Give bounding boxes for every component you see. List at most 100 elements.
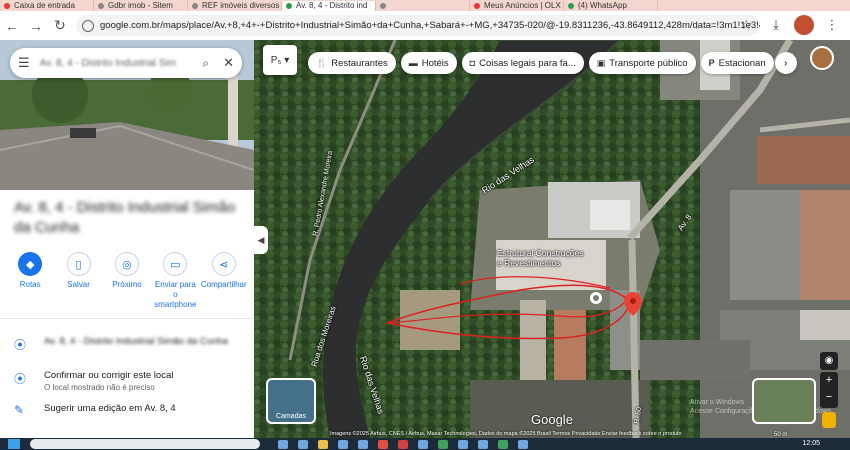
pegman-icon[interactable] bbox=[822, 412, 836, 428]
profile-avatar[interactable] bbox=[794, 15, 814, 35]
app-icon[interactable] bbox=[398, 439, 408, 449]
action-send-to-phone[interactable]: ▭ Enviar para o smartphone bbox=[152, 252, 198, 310]
browser-tab[interactable]: Av. 8, 4 - Distrito ind bbox=[282, 1, 376, 11]
browser-tab[interactable]: Gdbr imob - Sitem bbox=[94, 1, 188, 11]
my-location-icon[interactable]: ◉ bbox=[820, 352, 838, 370]
action-label: Enviar para o smartphone bbox=[154, 280, 197, 309]
search-input[interactable]: Av. 8, 4 - Distrito Industrial Sim bbox=[40, 58, 203, 69]
camera-icon: ◘ bbox=[469, 58, 476, 68]
place-label-estrutural[interactable]: Estrutural Construções e Revestimentos bbox=[497, 248, 589, 268]
action-directions[interactable]: ◆ Rotas bbox=[7, 252, 53, 310]
zoom-in-icon[interactable]: + bbox=[820, 372, 838, 389]
back-arrow-icon[interactable]: ← bbox=[0, 14, 24, 38]
reload-icon[interactable]: ↻ bbox=[48, 14, 72, 38]
fork-knife-icon: 🍴 bbox=[316, 57, 328, 68]
windows-start-icon[interactable] bbox=[8, 439, 20, 449]
chip-transit[interactable]: ▣ Transporte público bbox=[588, 52, 696, 74]
forward-arrow-icon[interactable]: → bbox=[24, 14, 48, 38]
zoom-out-icon[interactable]: − bbox=[820, 389, 838, 406]
action-share[interactable]: ⋖ Compartilhar bbox=[201, 252, 247, 310]
chip-hotels[interactable]: ▬ Hotéis bbox=[400, 52, 457, 74]
collapse-panel-button[interactable]: ◀ bbox=[254, 226, 268, 254]
browser-tab[interactable]: Caixa de entrada bbox=[0, 1, 94, 11]
chrome-icon[interactable] bbox=[378, 439, 388, 449]
divider bbox=[0, 318, 254, 319]
zoom-control[interactable]: + − bbox=[820, 372, 838, 408]
address-text: Av. 8, 4 - Distrito Industrial Simão da … bbox=[44, 336, 228, 347]
bed-icon: ▬ bbox=[408, 58, 418, 68]
menu-kebab-icon[interactable]: ⋮ bbox=[822, 15, 842, 35]
user-avatar[interactable] bbox=[810, 46, 834, 70]
location-pin-icon: ⦿ bbox=[14, 372, 27, 386]
app-icon[interactable] bbox=[478, 439, 488, 449]
confirm-location-row[interactable]: ⦿ Confirmar ou corrigir este local O loc… bbox=[14, 370, 244, 393]
app-icon[interactable] bbox=[458, 439, 468, 449]
toolbar-actions: ⤓ ⋮ bbox=[766, 15, 850, 35]
action-label: Rotas bbox=[19, 280, 41, 289]
app-icon[interactable] bbox=[498, 439, 508, 449]
confirm-title: Confirmar ou corrigir este local bbox=[44, 370, 174, 381]
bookmark-star-icon[interactable]: ☆ bbox=[740, 17, 752, 33]
map-mode-button[interactable]: P₅ ▾ bbox=[263, 45, 297, 75]
address-row[interactable]: ⦿ Av. 8, 4 - Distrito Industrial Simão d… bbox=[14, 336, 244, 353]
category-chips: 🍴 Restaurantes ▬ Hotéis ◘ Coisas legais par… bbox=[308, 52, 797, 74]
chip-label: Restaurantes bbox=[331, 57, 388, 69]
map-attribution: Imagens ©2025 Airbus, CNES / Airbus, Max… bbox=[330, 431, 682, 437]
browser-tab[interactable] bbox=[376, 1, 470, 11]
site-info-icon[interactable] bbox=[82, 19, 94, 32]
app-icon[interactable] bbox=[438, 439, 448, 449]
browser-toolbar: ← → ↻ google.com.br/maps/place/Av.+8,+4+… bbox=[0, 11, 850, 40]
layers-label: Camadas bbox=[276, 413, 306, 420]
close-icon[interactable]: ✕ bbox=[223, 55, 234, 71]
share-icon: ⋖ bbox=[211, 252, 236, 276]
apps-grid-icon[interactable]: ⠿ bbox=[786, 52, 800, 66]
action-save[interactable]: ▯ Salvar bbox=[56, 252, 102, 310]
action-nearby[interactable]: ◎ Próximo bbox=[104, 252, 150, 310]
store-icon[interactable] bbox=[338, 439, 348, 449]
chip-label: Transporte público bbox=[609, 57, 688, 69]
street-view-photo[interactable]: ☰ Av. 8, 4 - Distrito Industrial Sim ⌕ ✕ bbox=[0, 40, 254, 190]
pencil-icon: ✎ bbox=[14, 403, 25, 417]
search-icon[interactable]: ⌕ bbox=[202, 56, 209, 71]
chip-label: Estacionan bbox=[718, 57, 766, 69]
explorer-icon[interactable] bbox=[318, 439, 328, 449]
mail-icon[interactable] bbox=[358, 439, 368, 449]
place-title: Av. 8, 4 - Distrito Industrial Simão da … bbox=[14, 199, 236, 236]
action-label: Compartilhar bbox=[200, 280, 247, 289]
nearby-icon: ◎ bbox=[114, 252, 139, 276]
action-label: Próximo bbox=[112, 280, 142, 289]
tab-strip: Caixa de entrada Gdbr imob - Sitem REF imó… bbox=[0, 0, 850, 11]
street-view-thumbnail[interactable] bbox=[752, 378, 816, 424]
action-label: Salvar bbox=[67, 280, 90, 289]
layers-button[interactable]: Camadas bbox=[266, 378, 316, 424]
chip-things-to-do[interactable]: ◘ Coisas legais para fa... bbox=[461, 52, 584, 74]
train-icon: ▣ bbox=[596, 57, 606, 68]
chip-label: Hotéis bbox=[421, 57, 449, 69]
app-icon[interactable] bbox=[518, 439, 528, 449]
parking-icon: P bbox=[708, 58, 715, 68]
taskbar: 12:05 bbox=[0, 438, 850, 450]
browser-tab[interactable]: (4) WhatsApp bbox=[564, 1, 658, 11]
app-icon[interactable] bbox=[418, 439, 428, 449]
chip-label: Coisas legais para fa... bbox=[479, 57, 576, 69]
browser-tab[interactable]: REF imóveis diversos bbox=[188, 1, 282, 11]
screen: Caixa de entrada Gdbr imob - Sitem REF imó… bbox=[0, 0, 850, 450]
taskbar-search[interactable] bbox=[30, 439, 260, 449]
bookmark-icon: ▯ bbox=[66, 252, 91, 276]
download-icon[interactable]: ⤓ bbox=[766, 15, 786, 35]
search-box[interactable]: ☰ Av. 8, 4 - Distrito Industrial Sim ⌕ ✕ bbox=[10, 48, 242, 78]
taskbar-apps bbox=[278, 439, 528, 449]
task-view-icon[interactable] bbox=[278, 439, 288, 449]
suggest-edit-row[interactable]: ✎ Sugerir uma edição em Av. 8, 4 bbox=[14, 403, 244, 417]
chip-restaurants[interactable]: 🍴 Restaurantes bbox=[308, 52, 396, 74]
edge-icon[interactable] bbox=[298, 439, 308, 449]
place-panel: ☰ Av. 8, 4 - Distrito Industrial Sim ⌕ ✕… bbox=[0, 40, 254, 438]
google-logo: Google bbox=[531, 412, 573, 427]
place-actions: ◆ Rotas ▯ Salvar ◎ Próximo ▭ Enviar para… bbox=[0, 252, 254, 310]
suggest-edit-text: Sugerir uma edição em Av. 8, 4 bbox=[44, 403, 176, 414]
hamburger-menu-icon[interactable]: ☰ bbox=[18, 55, 30, 71]
taskbar-clock: 12:05 bbox=[802, 440, 820, 447]
chip-parking[interactable]: P Estacionan bbox=[700, 52, 774, 74]
address-bar[interactable]: google.com.br/maps/place/Av.+8,+4+-+Dist… bbox=[76, 15, 760, 36]
browser-tab[interactable]: Meus Anúncios | OLX bbox=[470, 1, 564, 11]
